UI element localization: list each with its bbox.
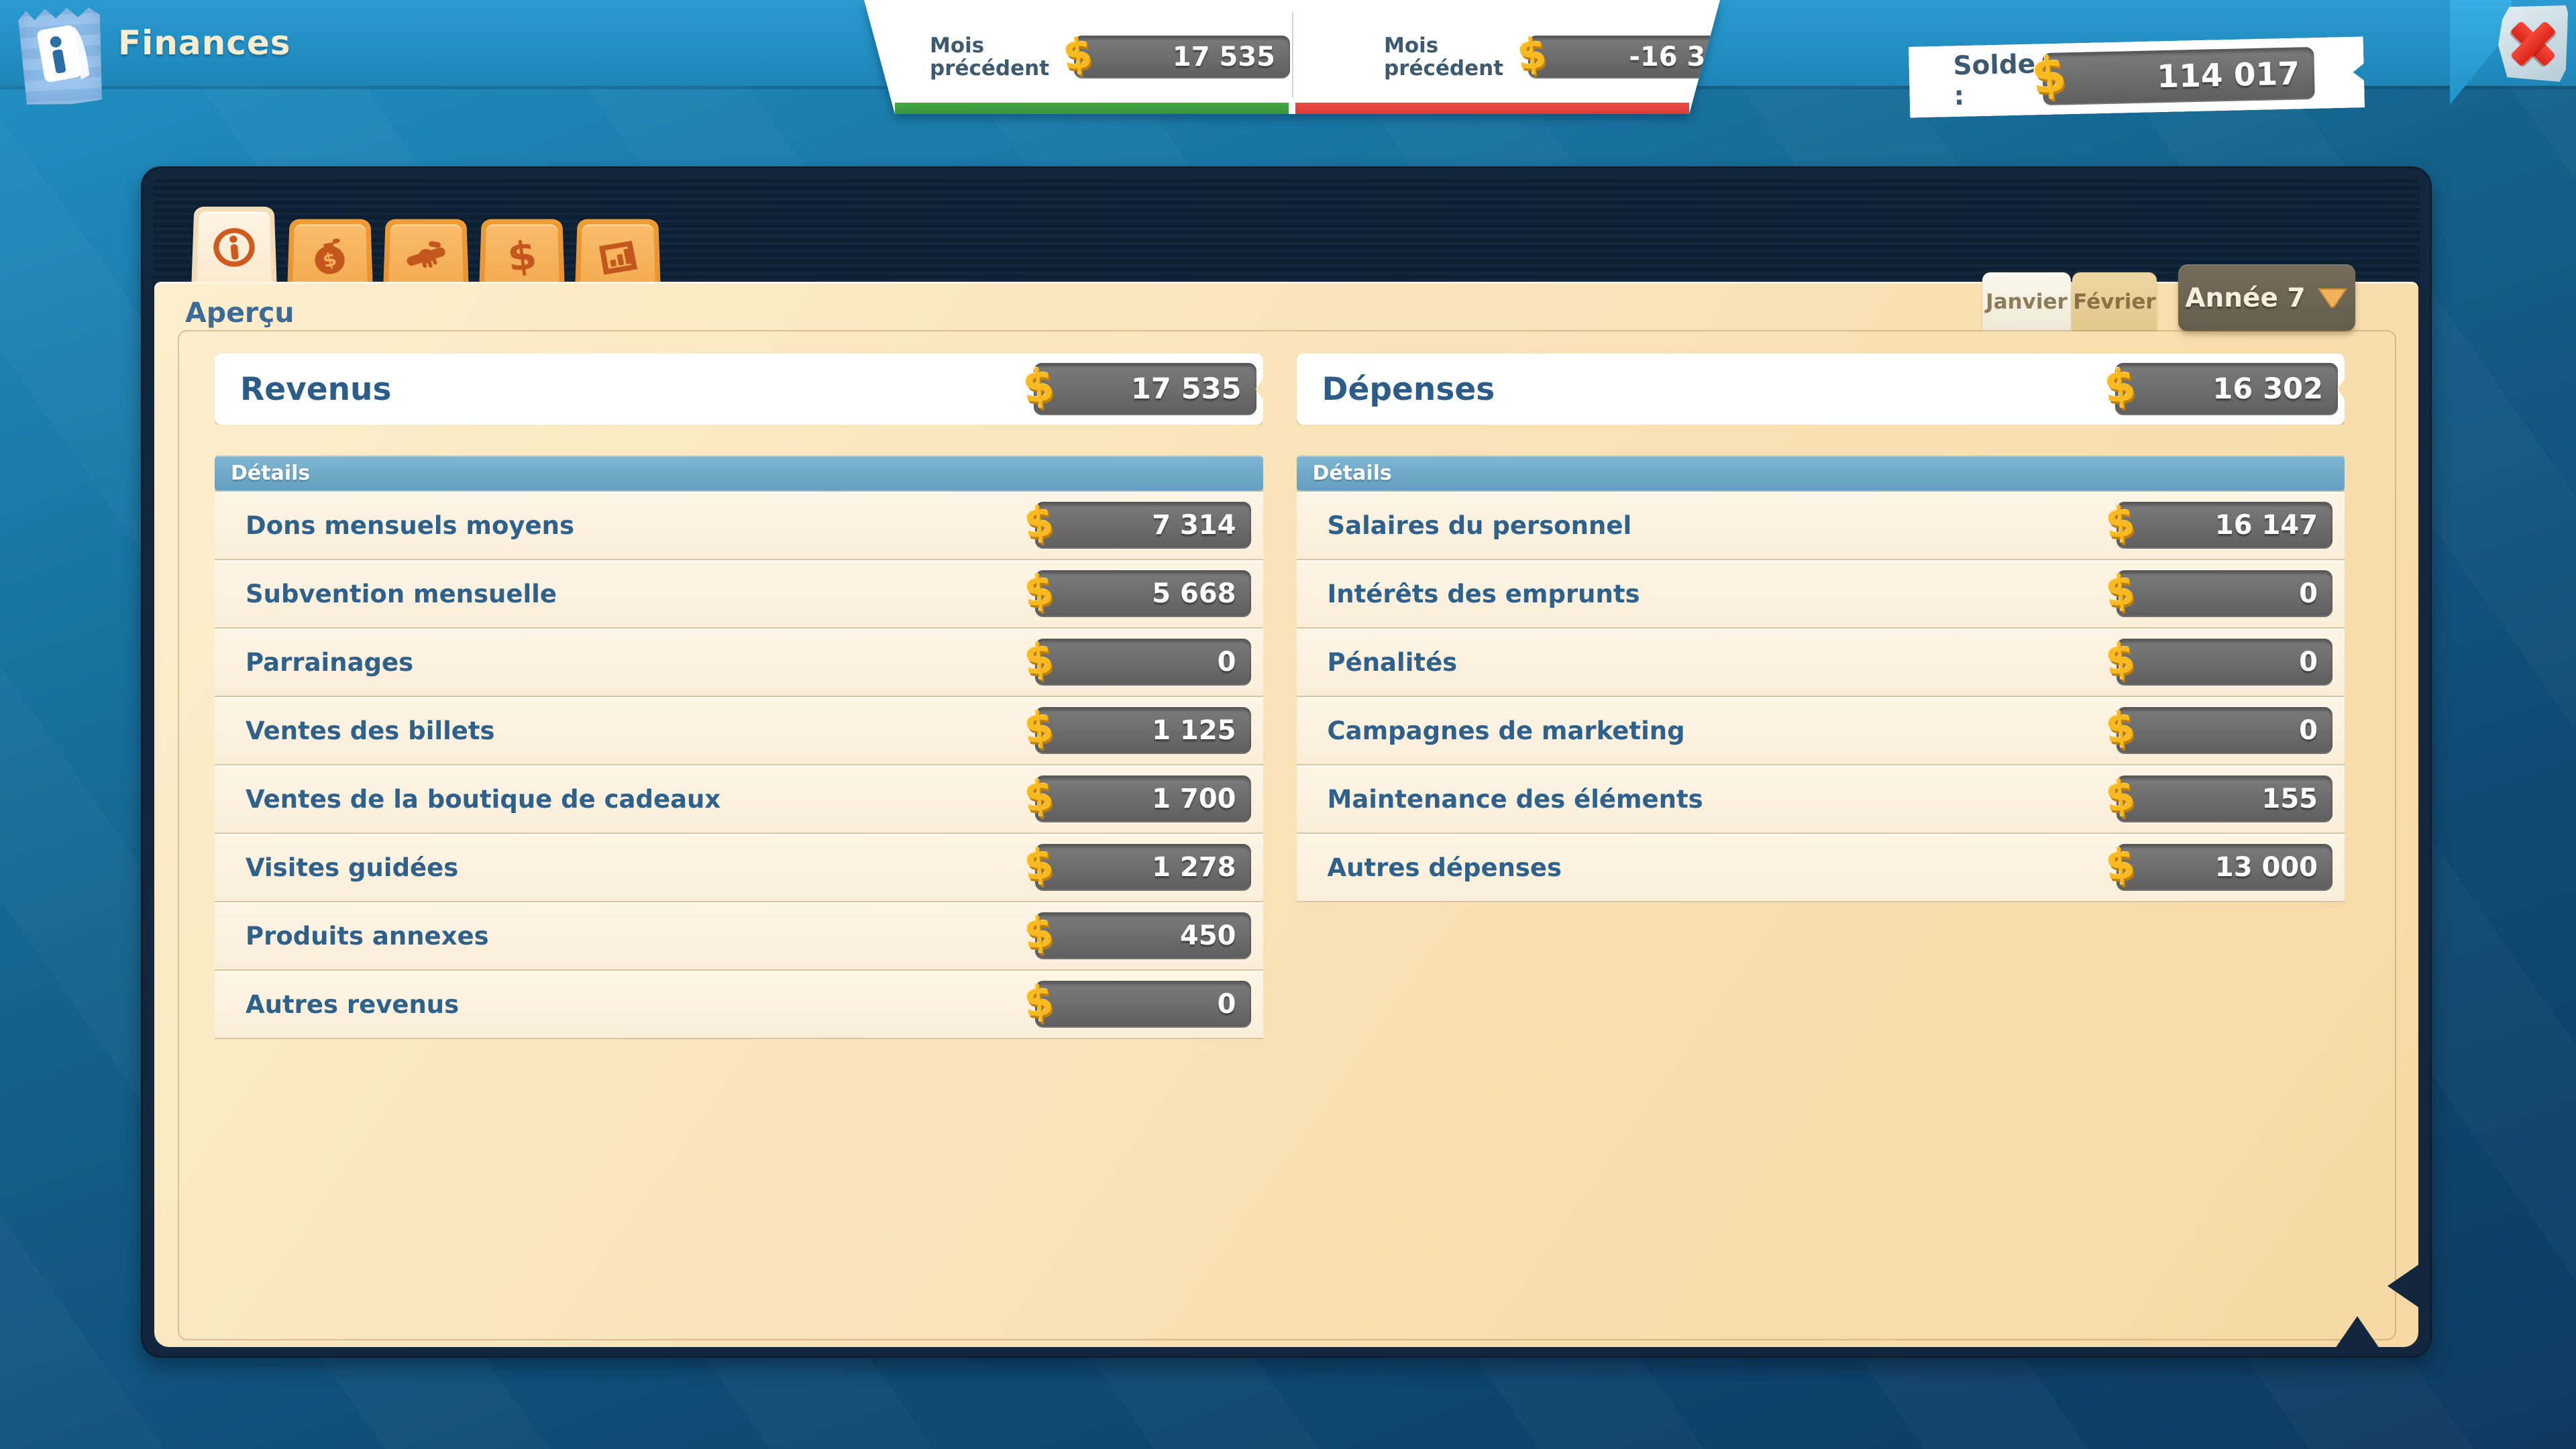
expenses-title: Dépenses [1322,371,1495,408]
table-row: Ventes de la boutique de cadeaux $1 700 [215,765,1263,834]
table-row: Subvention mensuelle $5 668 [215,560,1263,629]
expenses-total-value: 16 302 [2212,372,2323,406]
svg-text:$: $ [505,233,540,278]
overview-panel: Aperçu Janvier Février Année 7 Revenus $ [154,282,2418,1347]
banner-divider [1292,12,1293,98]
dollar-icon: $ [2103,839,2137,890]
money-bag-icon: $ [306,233,354,278]
month-button-fevrier[interactable]: Février [2072,272,2157,331]
table-row: Visites guidées $1 278 [215,834,1263,902]
revenues-title: Revenus [240,371,391,408]
page-title: Finances [118,0,291,86]
prev-month-income-stat: Mois précédent $ 17 535 [864,0,1333,114]
expenses-column: Dépenses $ 16 302 Détails Salaires du pe… [1297,354,2345,902]
table-row: Autres dépenses $13 000 [1297,834,2345,902]
prev-month-income-label: Mois précédent [930,34,1074,80]
table-row: Parrainages $0 [215,629,1263,697]
prev-month-income-value: 17 535 [1173,42,1275,72]
balance-value: 114 017 [2157,55,2300,95]
dollar-icon: $ [1022,633,1056,685]
handshake-icon [401,233,451,280]
dollar-icon: $ [2103,496,2137,548]
expenses-header-card: Dépenses $ 16 302 [1297,354,2345,425]
finances-ledger-icon [17,2,105,107]
revenues-column: Revenus $ 17 535 Détails Dons mensuels m… [215,354,1263,1039]
panel-title: Aperçu [185,297,294,329]
dollar-icon: $ [2029,45,2070,106]
dollar-icon: $ [498,233,546,278]
table-row: Salaires du personnel $16 147 [1297,492,2345,560]
previous-month-banner: Mois précédent $ 17 535 Mois précédent $… [864,0,1720,114]
bar-chart-icon [593,233,643,280]
dollar-icon: $ [2102,358,2138,413]
expense-indicator-bar [1295,103,1689,114]
month-button-janvier[interactable]: Janvier [1982,272,2071,331]
table-row: Maintenance des éléments $155 [1297,765,2345,834]
revenues-total-pill: $ 17 535 [1034,363,1256,415]
dollar-icon: $ [1022,839,1056,890]
table-row: Autres revenus $0 [215,971,1263,1039]
table-row: Pénalités $0 [1297,629,2345,697]
balance-banner: Solde : $ 114 017 [1909,36,2365,117]
income-indicator-bar [895,103,1289,114]
table-row: Dons mensuels moyens $7 314 [215,492,1263,560]
close-button[interactable] [2498,5,2568,82]
dollar-icon: $ [1020,358,1057,413]
table-row: Intérêts des emprunts $0 [1297,560,2345,629]
balance-pill: $ 114 017 [2042,47,2314,105]
dollar-icon: $ [1022,565,1056,616]
dollar-icon: $ [1022,496,1056,548]
info-icon [209,224,260,270]
year-dropdown[interactable]: Année 7 [2178,264,2355,331]
revenues-total-value: 17 535 [1131,372,1242,406]
prev-month-income-pill: $ 17 535 [1074,36,1290,78]
prev-month-expense-label: Mois précédent [1384,34,1528,80]
dollar-icon: $ [1022,907,1056,959]
revenues-rows: Dons mensuels moyens $7 314 Subvention m… [215,492,1263,1039]
table-row: Campagnes de marketing $0 [1297,697,2345,765]
dollar-icon: $ [1022,975,1056,1027]
revenues-header-card: Revenus $ 17 535 [215,354,1263,425]
close-area [2430,0,2571,114]
table-row: Ventes des billets $1 125 [215,697,1263,765]
dollar-icon: $ [2103,633,2137,685]
year-dropdown-label: Année 7 [2185,283,2305,313]
dollar-icon: $ [2103,770,2137,822]
dollar-icon: $ [1061,28,1095,80]
revenues-details-header: Détails [215,455,1263,490]
expenses-details-header: Détails [1297,455,2345,490]
chevron-down-icon [2316,286,2349,310]
dollar-icon: $ [1515,28,1549,80]
dollar-icon: $ [2103,702,2137,753]
dollar-icon: $ [2103,565,2137,616]
expenses-rows: Salaires du personnel $16 147 Intérêts d… [1297,492,2345,902]
dollar-icon: $ [1022,770,1056,822]
finances-window: $ [141,166,2432,1358]
dollar-icon: $ [1022,702,1056,753]
expenses-total-pill: $ 16 302 [2115,363,2338,415]
finances-screen: Finances Mois précédent $ 17 535 Mois pr… [0,0,2576,1449]
table-row: Produits annexes $450 [215,902,1263,971]
